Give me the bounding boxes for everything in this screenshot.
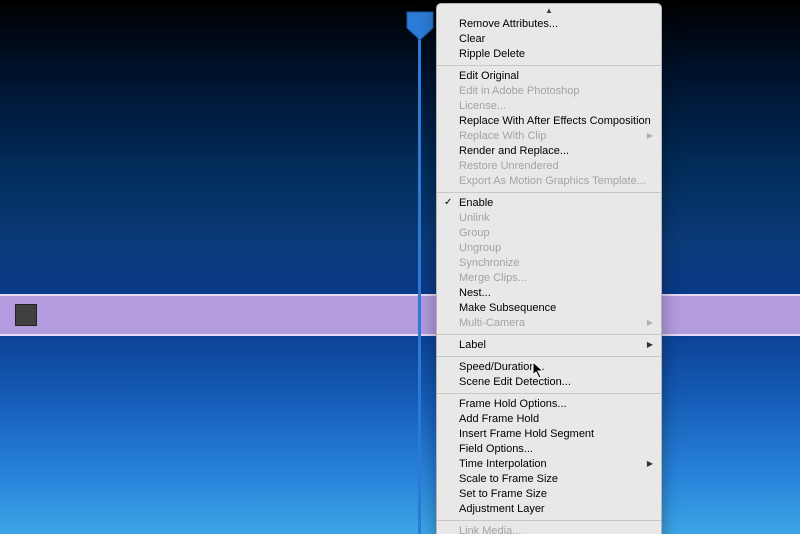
menu-item-edit-original[interactable]: Edit Original [437,69,661,84]
menu-item-restore-unrendered: Restore Unrendered [437,159,661,174]
menu-separator [437,393,661,394]
menu-item-ungroup: Ungroup [437,241,661,256]
menu-item-label: Enable [459,197,493,209]
menu-item-edit-in-adobe-photoshop: Edit in Adobe Photoshop [437,84,661,99]
menu-item-clear[interactable]: Clear [437,32,661,47]
menu-item-label: Unlink [459,212,490,224]
menu-item-nest[interactable]: Nest... [437,286,661,301]
menu-item-label: Time Interpolation [459,458,547,470]
menu-item-label: Add Frame Hold [459,413,539,425]
menu-item-label: Render and Replace... [459,145,569,157]
menu-scroll-up-icon[interactable]: ▲ [437,6,661,17]
menu-item-label: Label [459,339,486,351]
menu-item-label: Export As Motion Graphics Template... [459,175,646,187]
menu-item-adjustment-layer[interactable]: Adjustment Layer [437,502,661,517]
menu-item-label: Speed/Duration... [459,361,545,373]
menu-item-add-frame-hold[interactable]: Add Frame Hold [437,412,661,427]
submenu-arrow-icon: ▶ [647,319,653,327]
menu-item-export-as-motion-graphics-template: Export As Motion Graphics Template... [437,174,661,189]
menu-item-label: Clear [459,33,485,45]
playhead-marker-icon[interactable] [405,10,435,40]
menu-item-group: Group [437,226,661,241]
checkmark-icon: ✓ [444,198,452,208]
menu-item-enable[interactable]: ✓ Enable [437,196,661,211]
menu-item-field-options[interactable]: Field Options... [437,442,661,457]
menu-item-label: Make Subsequence [459,302,556,314]
menu-separator [437,192,661,193]
menu-item-label: Group [459,227,490,239]
menu-item-multi-camera: Multi-Camera ▶ [437,316,661,331]
menu-separator [437,356,661,357]
menu-item-unlink: Unlink [437,211,661,226]
menu-item-synchronize: Synchronize [437,256,661,271]
menu-item-make-subsequence[interactable]: Make Subsequence [437,301,661,316]
menu-item-scene-edit-detection[interactable]: Scene Edit Detection... [437,375,661,390]
submenu-arrow-icon: ▶ [647,132,653,140]
menu-item-label: Nest... [459,287,491,299]
menu-item-label: Remove Attributes... [459,18,558,30]
menu-item-label: Merge Clips... [459,272,527,284]
menu-item-label: Set to Frame Size [459,488,547,500]
menu-item-label: Synchronize [459,257,520,269]
menu-item-label: Ripple Delete [459,48,525,60]
menu-item-label: Scale to Frame Size [459,473,558,485]
menu-item-label: Insert Frame Hold Segment [459,428,594,440]
menu-item-label: Edit in Adobe Photoshop [459,85,579,97]
menu-item-replace-with-clip: Replace With Clip ▶ [437,129,661,144]
menu-item-render-and-replace[interactable]: Render and Replace... [437,144,661,159]
menu-item-label: Ungroup [459,242,501,254]
menu-item-label: License... [459,100,506,112]
menu-item-speed-duration[interactable]: Speed/Duration... [437,360,661,375]
menu-item-label: Edit Original [459,70,519,82]
menu-item-label: Replace With Clip [459,130,546,142]
menu-item-frame-hold-options[interactable]: Frame Hold Options... [437,397,661,412]
menu-item-replace-with-after-effects-composition[interactable]: Replace With After Effects Composition [437,114,661,129]
menu-item-label[interactable]: Label ▶ [437,338,661,353]
menu-item-label: Restore Unrendered [459,160,559,172]
menu-item-label: Replace With After Effects Composition [459,115,651,127]
menu-item-time-interpolation[interactable]: Time Interpolation ▶ [437,457,661,472]
menu-separator [437,334,661,335]
menu-item-merge-clips: Merge Clips... [437,271,661,286]
menu-item-label: Adjustment Layer [459,503,545,515]
clip-context-menu[interactable]: ▲ Remove Attributes... Clear Ripple Delete… [436,3,662,534]
timeline-panel[interactable]: ▲ Remove Attributes... Clear Ripple Delete… [0,0,800,534]
menu-separator [437,65,661,66]
playhead-line[interactable] [418,32,421,534]
menu-item-remove-attributes[interactable]: Remove Attributes... [437,17,661,32]
menu-item-insert-frame-hold-segment[interactable]: Insert Frame Hold Segment [437,427,661,442]
menu-item-label: Frame Hold Options... [459,398,567,410]
clip-thumbnail [15,304,37,326]
menu-item-label: Scene Edit Detection... [459,376,571,388]
menu-item-ripple-delete[interactable]: Ripple Delete [437,47,661,62]
menu-item-label: Multi-Camera [459,317,525,329]
menu-item-label: Field Options... [459,443,533,455]
video-clip[interactable] [0,294,800,336]
menu-separator [437,520,661,521]
submenu-arrow-icon: ▶ [647,460,653,468]
submenu-arrow-icon: ▶ [647,341,653,349]
menu-item-set-to-frame-size[interactable]: Set to Frame Size [437,487,661,502]
menu-item-scale-to-frame-size[interactable]: Scale to Frame Size [437,472,661,487]
menu-item-link-media: Link Media... [437,524,661,534]
menu-item-label: Link Media... [459,525,521,534]
menu-item-license: License... [437,99,661,114]
